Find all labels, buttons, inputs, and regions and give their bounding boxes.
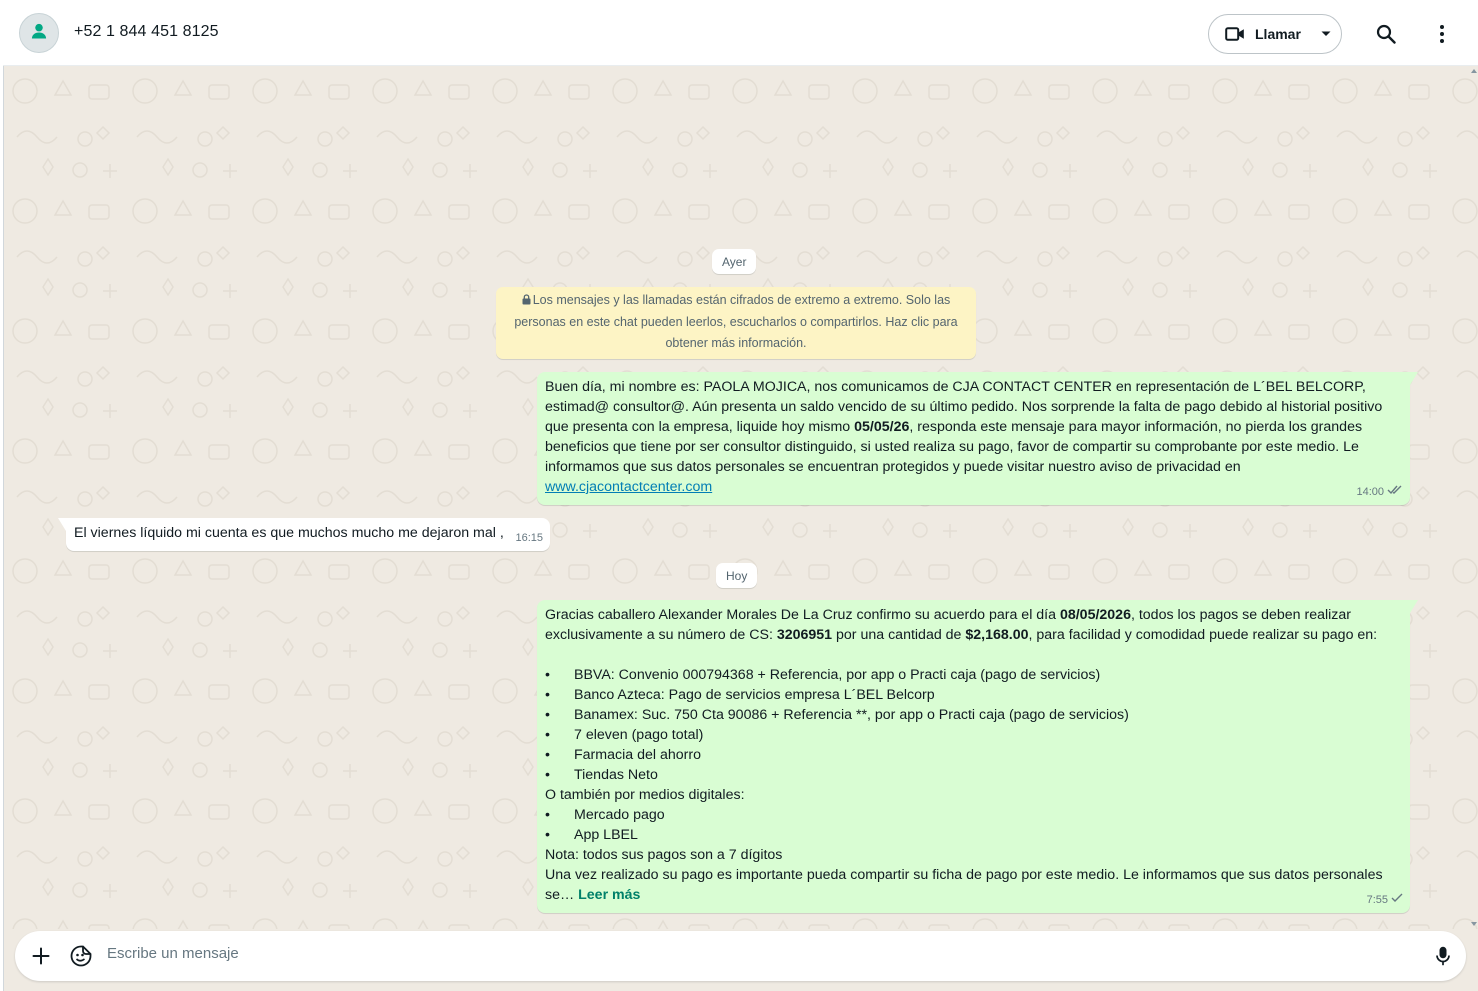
contact-name[interactable]: +52 1 844 451 8125 [74,23,219,41]
message-link[interactable]: www.cjacontactcenter.com [545,479,712,495]
search-icon[interactable] [1371,19,1401,49]
message-note: Nota: todos sus pagos son a 7 dígitos [545,847,783,863]
bullet: • [545,727,550,743]
message-meta: 7:55 [1367,890,1403,910]
microphone-icon[interactable] [1429,942,1457,970]
bullet: • [545,807,550,823]
list-item: • BBVA: Convenio 000794368 + Referencia, … [545,665,1401,685]
message-time: 16:15 [515,532,543,544]
list-item: • Tiendas Neto [545,765,1401,785]
lock-icon [522,291,531,312]
conversation-panel[interactable]: Ayer Los mensajes y las llamadas están c… [3,67,1478,929]
bubble-tail [58,518,66,531]
message-input[interactable]: Escribe un mensaje [107,945,239,962]
bullet: • [545,667,550,683]
message-closing: Una vez realizado su pago es importante … [545,865,1401,905]
list-item-text: Mercado pago [574,807,665,823]
list-item: • Mercado pago [545,805,1401,825]
call-button[interactable]: Llamar [1208,14,1342,54]
message-time: 14:00 [1356,486,1384,498]
video-camera-icon [1225,26,1245,42]
bubble-tail [1410,372,1418,385]
message-time: 7:55 [1366,894,1388,906]
list-item-text: 7 eleven (pago total) [574,727,704,743]
chevron-down-icon [1321,31,1331,37]
message-outgoing[interactable]: Buen día, mi nombre es: PAOLA MOJICA, no… [537,372,1418,505]
message-incoming[interactable]: El viernes líquido mi cuenta es que much… [58,518,550,551]
list-item-text: App LBEL [574,827,638,843]
digital-heading: O también por medios digitales: [545,787,745,803]
message-text-part: , para facilidad y comodidad puede reali… [1028,627,1378,643]
read-more-link[interactable]: Leer más [578,887,640,903]
message-text-part: Gracias caballero Alexander Morales De L… [545,607,1060,623]
date-divider-yesterday: Ayer [712,249,757,274]
more-vertical-icon[interactable] [1427,19,1457,49]
date-divider-today: Hoy [716,563,758,588]
sticker-emoji-icon[interactable] [67,942,95,970]
list-item: • App LBEL [545,825,1401,845]
message-meta: 16:15 [515,528,543,548]
message-text: Gracias caballero Alexander Morales De L… [545,605,1401,905]
scroll-up-arrow[interactable] [1471,69,1477,73]
message-bold-amount: $2,168.00 [965,627,1029,643]
message-text: Buen día, mi nombre es: PAOLA MOJICA, no… [545,377,1401,497]
bullet: • [545,767,550,783]
list-item-text: BBVA: Convenio 000794368 + Referencia, p… [574,667,1101,683]
list-item-text: Banamex: Suc. 750 Cta 90086 + Referencia… [574,707,1129,723]
list-item: • Banamex: Suc. 750 Cta 90086 + Referenci… [545,705,1401,725]
message-bold-date: 08/05/2026 [1059,607,1131,623]
list-item: • Banco Azteca: Pago de servicios empresa… [545,685,1401,705]
message-text-part: por una cantidad de [832,627,966,643]
attach-plus-icon[interactable] [27,942,55,970]
message-text: El viernes líquido mi cuenta es que much… [74,525,504,541]
list-item-text: Tiendas Neto [574,767,658,783]
list-item: • 7 eleven (pago total) [545,725,1401,745]
chat-header: +52 1 844 451 8125 Llamar [3,3,1478,66]
chat-window: +52 1 844 451 8125 Llamar Ayer Los mensa… [3,3,1478,991]
bullet: • [545,707,550,723]
message-bold-date: 05/05/26 [854,419,910,435]
double-check-icon [1387,482,1403,502]
message-composer: Escribe un mensaje [15,931,1466,981]
list-item-text: Farmacia del ahorro [574,747,701,763]
encryption-notice[interactable]: Los mensajes y las llamadas están cifrad… [496,287,976,359]
message-outgoing[interactable]: Gracias caballero Alexander Morales De L… [537,600,1418,913]
encryption-text: Los mensajes y las llamadas están cifrad… [514,293,958,350]
scroll-down-arrow[interactable] [1471,922,1477,926]
bullet: • [545,747,550,763]
message-paragraph: Gracias caballero Alexander Morales De L… [545,605,1401,645]
list-item-text: Banco Azteca: Pago de servicios empresa … [574,687,935,703]
message-text-part: Una vez realizado su pago es importante … [545,867,1383,903]
bullet: • [545,827,550,843]
avatar-person-icon [29,21,49,46]
message-bold-cs-number: 3206951 [776,627,833,643]
call-label: Llamar [1255,26,1301,42]
message-meta: 14:00 [1356,482,1403,502]
bubble-tail [1410,600,1418,613]
list-item: • Farmacia del ahorro [545,745,1401,765]
single-check-icon [1391,890,1403,910]
contact-avatar[interactable] [19,13,59,53]
bullet: • [545,687,550,703]
